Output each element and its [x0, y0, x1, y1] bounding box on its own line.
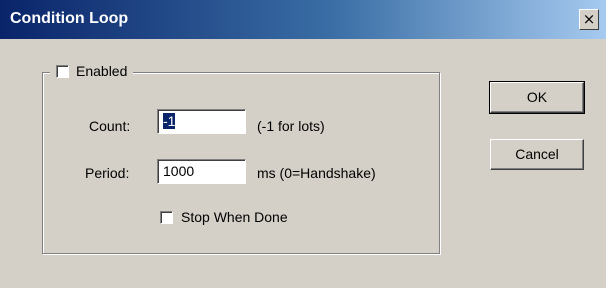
period-hint: ms (0=Handshake) — [257, 165, 376, 181]
stop-when-done-label: Stop When Done — [181, 209, 288, 225]
count-hint: (-1 for lots) — [257, 118, 325, 134]
period-label: Period: — [85, 165, 130, 181]
close-button[interactable]: × — [579, 9, 599, 30]
period-input-value: 1000 — [163, 163, 195, 179]
ok-button[interactable]: OK — [489, 81, 585, 114]
enabled-checkbox[interactable] — [56, 64, 69, 78]
period-input[interactable]: 1000 — [157, 159, 246, 184]
count-label: Count: — [89, 118, 131, 134]
count-input-value: -1 — [163, 113, 176, 129]
stop-when-done-checkbox[interactable] — [160, 210, 173, 224]
enabled-label: Enabled — [76, 63, 128, 79]
cancel-button[interactable]: Cancel — [490, 139, 584, 170]
stop-when-done-row[interactable]: Stop When Done — [160, 208, 288, 226]
dialog-title: Condition Loop — [10, 10, 129, 27]
condition-loop-dialog: Condition Loop × Enabled Count: -1 (-1 f… — [0, 0, 606, 288]
title-bar: Condition Loop × — [0, 0, 606, 39]
close-icon: × — [582, 10, 596, 28]
enabled-checkbox-row[interactable]: Enabled — [50, 60, 134, 82]
count-input[interactable]: -1 — [157, 109, 246, 134]
